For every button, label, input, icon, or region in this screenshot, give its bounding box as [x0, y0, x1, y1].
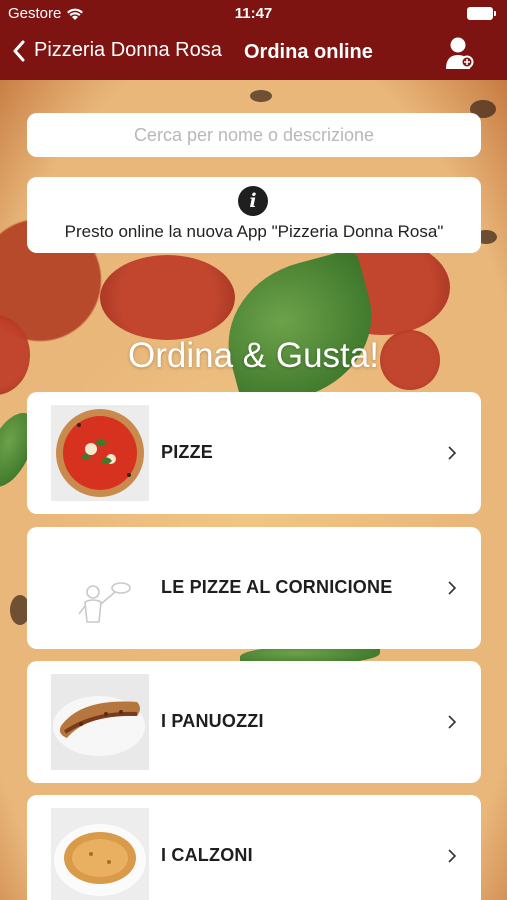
category-card-panuozzi[interactable]: I PANUOZZI: [27, 661, 481, 783]
status-bar: Gestore 11:47: [0, 0, 507, 28]
slogan-heading: Ordina & Gusta!: [128, 336, 379, 375]
back-label: Pizzeria Donna Rosa: [34, 39, 222, 61]
category-label: LE PIZZE AL CORNICIONE: [161, 577, 393, 597]
category-label: I PANUOZZI: [161, 711, 264, 731]
search-field[interactable]: Cerca per nome o descrizione: [27, 113, 481, 157]
category-card-calzoni[interactable]: I CALZONI: [27, 795, 481, 900]
category-card-pizze[interactable]: PIZZE: [27, 392, 481, 514]
info-banner: i Presto online la nuova App "Pizzeria D…: [27, 177, 481, 253]
page-title: Ordina online: [244, 41, 373, 63]
chevron-right-icon: [448, 446, 457, 460]
battery-icon: [467, 7, 496, 20]
navigation-bar: Pizzeria Donna Rosa Ordina online: [0, 28, 507, 80]
panuozzo-photo: [51, 674, 149, 770]
info-icon: i: [238, 186, 268, 216]
pizza-chef-illustration: [51, 540, 149, 636]
clock: 11:47: [234, 5, 273, 22]
chevron-right-icon: [448, 715, 457, 729]
back-button[interactable]: Pizzeria Donna Rosa: [12, 39, 222, 62]
category-card-pizze-al-cornicione[interactable]: LE PIZZE AL CORNICIONE: [27, 527, 481, 649]
calzone-photo: [51, 808, 149, 900]
chevron-right-icon: [448, 581, 457, 595]
info-text: Presto online la nuova App "Pizzeria Don…: [64, 222, 444, 241]
search-placeholder: Cerca per nome o descrizione: [133, 124, 375, 145]
chevron-right-icon: [448, 849, 457, 863]
pizza-photo: [51, 405, 149, 501]
chevron-left-icon: [13, 40, 25, 61]
category-label: I CALZONI: [161, 845, 253, 865]
category-label: PIZZE: [161, 442, 214, 462]
user-account-icon[interactable]: [445, 36, 475, 70]
